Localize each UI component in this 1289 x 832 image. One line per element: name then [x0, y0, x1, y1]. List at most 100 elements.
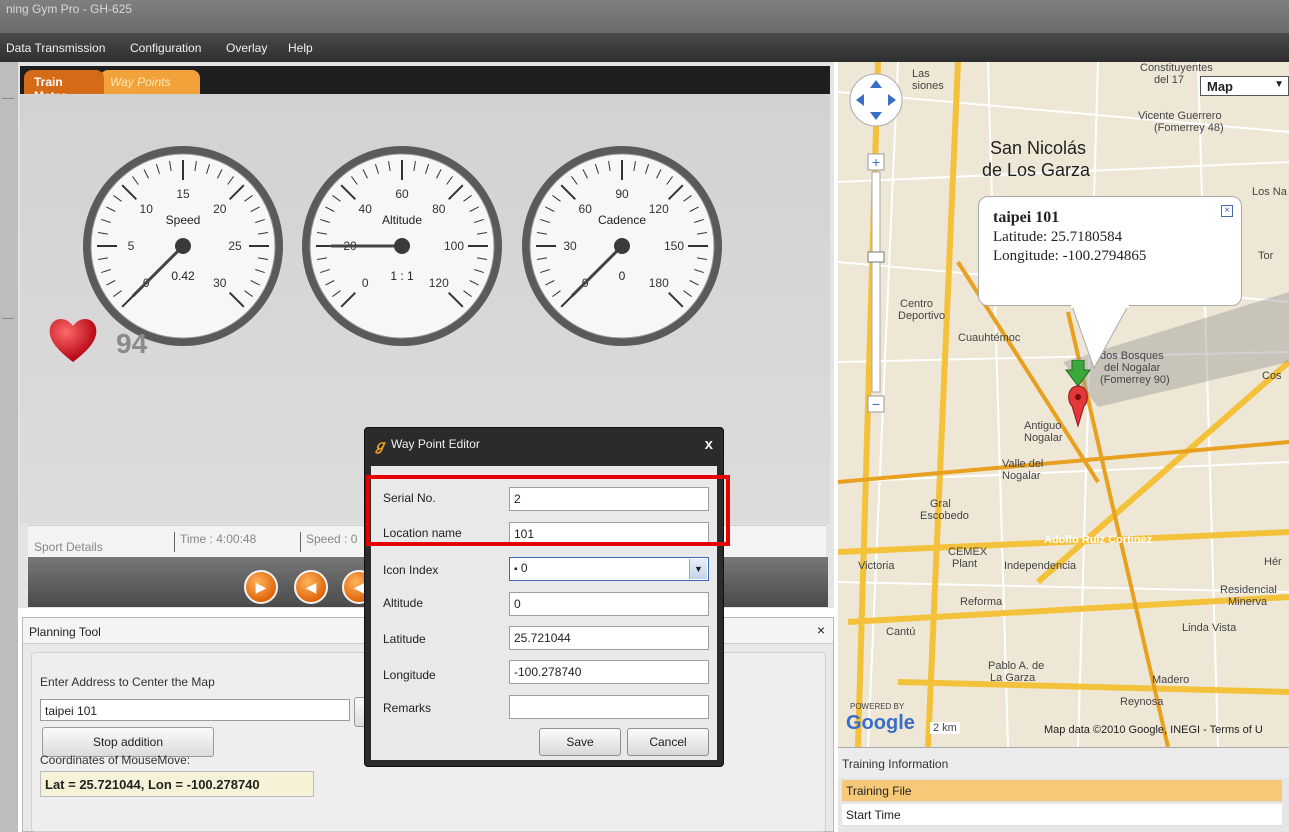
menu-configuration[interactable]: Configuration: [130, 41, 201, 55]
start-time-row[interactable]: Start Time: [842, 804, 1282, 826]
gauge-tick-label: 20: [213, 202, 227, 216]
icon-index-value: 0: [520, 561, 528, 575]
icon-index-select[interactable]: ▪ 0 ▼: [509, 557, 709, 581]
coords-value: Lat = 25.721044, Lon = -100.278740: [40, 771, 314, 797]
gauge-speed: 051015202530Speed0.42: [83, 146, 283, 346]
save-button[interactable]: Save: [539, 728, 621, 756]
map-label: Deportivo: [898, 310, 946, 322]
map-label: La Garza: [990, 672, 1036, 684]
map-label: siones: [912, 80, 944, 92]
latitude-label: Latitude: [383, 632, 426, 646]
map-label: Plant: [952, 558, 978, 570]
menu-overlay[interactable]: Overlay: [226, 41, 267, 55]
coords-label: Coordinates of MouseMove:: [40, 753, 191, 767]
divider: [2, 98, 14, 99]
map-label: Linda Vista: [1182, 622, 1237, 634]
gauge-tick-label: 5: [128, 239, 135, 253]
altitude-field[interactable]: 0: [509, 592, 709, 616]
heart-rate-value: 94: [116, 328, 148, 359]
divider: [300, 532, 301, 552]
cancel-button[interactable]: Cancel: [627, 728, 709, 756]
map-label: Gral: [930, 498, 951, 510]
marker-dot-icon: ▪: [514, 564, 518, 575]
address-input[interactable]: taipei 101: [40, 699, 350, 721]
tab-way-points[interactable]: Way Points: [100, 70, 200, 94]
close-icon[interactable]: ×: [817, 622, 825, 638]
map-scale: 2 km: [930, 722, 960, 734]
menu-bar: Data Transmission Configuration Overlay …: [0, 33, 1289, 62]
step-back-icon[interactable]: ◀: [294, 570, 328, 604]
training-info-title: Training Information: [838, 748, 1289, 778]
gauge-value: 0.42: [171, 269, 195, 283]
gauge-cadence: 0306090120150180Cadence0: [522, 146, 722, 346]
map-label: Vicente Guerrero: [1138, 110, 1222, 122]
tab-train-meter[interactable]: Train Meter: [24, 70, 104, 103]
map-marker-icon[interactable]: [1062, 360, 1102, 440]
menu-data-transmission[interactable]: Data Transmission: [6, 41, 105, 55]
divider: [2, 318, 14, 319]
remarks-field[interactable]: [509, 695, 709, 719]
gauge-tick-label: 90: [615, 187, 629, 201]
gauge-tick-label: 60: [579, 202, 593, 216]
gauge-tick-label: 0: [362, 276, 369, 290]
map-label: Residencial: [1220, 584, 1277, 596]
gauge-hub: [394, 238, 410, 254]
gauge-name: Cadence: [598, 213, 646, 227]
map-attribution[interactable]: Map data ©2010 Google, INEGI - Terms of …: [1044, 724, 1263, 736]
map-type-select[interactable]: Map ▼: [1200, 76, 1289, 96]
planning-tool-title: Planning Tool: [29, 625, 101, 639]
training-file-row[interactable]: Training File: [842, 780, 1282, 802]
remarks-label: Remarks: [383, 701, 432, 715]
gauge-name: Altitude: [382, 213, 422, 227]
gauge-hub: [614, 238, 630, 254]
close-icon[interactable]: x: [705, 436, 713, 453]
close-icon[interactable]: ×: [1221, 205, 1233, 217]
gauge-tick-label: 120: [429, 276, 449, 290]
map-label: Cantú: [886, 626, 916, 638]
info-title: taipei 101: [993, 209, 1060, 226]
map-label: (Fomerrey 48): [1154, 122, 1224, 134]
training-info-panel: Training Information Training File Start…: [838, 747, 1289, 832]
gauge-tick-label: 100: [444, 239, 464, 253]
gauge-tick-label: 25: [228, 239, 242, 253]
info-latitude: Latitude: 25.7180584: [993, 229, 1123, 245]
google-logo: Google: [846, 712, 915, 734]
app-logo-icon: ℊ: [373, 437, 387, 453]
map-type-value: Map: [1207, 79, 1233, 94]
map-label: Nogalar: [1002, 470, 1041, 482]
left-panel-edge: [0, 62, 18, 832]
map-label: Reforma: [960, 596, 1003, 608]
map-label: Adolfo Ruiz Cortinez: [1044, 534, 1153, 546]
latitude-field[interactable]: 25.721044: [509, 626, 709, 650]
longitude-label: Longitude: [383, 668, 436, 682]
map-label: Cos: [1262, 370, 1282, 382]
map-powered-label: POWERED BY: [850, 702, 905, 711]
map-view[interactable]: Map ▼ + − Las siones Constituyentes del …: [838, 62, 1289, 747]
gauge-tick-label: 150: [664, 239, 684, 253]
divider: [174, 532, 175, 552]
title-bar: ning Gym Pro - GH-625: [0, 0, 1289, 33]
play-icon[interactable]: ▶: [244, 570, 278, 604]
map-label: Independencia: [1004, 560, 1077, 572]
gauge-name: Speed: [166, 213, 201, 227]
dialog-title: Way Point Editor: [391, 437, 480, 451]
menu-help[interactable]: Help: [288, 41, 313, 55]
map-label: Tor: [1258, 250, 1274, 262]
map-label: Cuauhtémoc: [958, 332, 1021, 344]
map-label: Nogalar: [1024, 432, 1063, 444]
map-navigation[interactable]: + −: [846, 72, 906, 432]
altitude-label: Altitude: [383, 596, 424, 610]
map-label: Minerva: [1228, 596, 1268, 608]
chevron-down-icon[interactable]: ▼: [689, 559, 707, 579]
longitude-field[interactable]: -100.278740: [509, 660, 709, 684]
map-label: Victoria: [858, 560, 895, 572]
heart-icon: [46, 315, 100, 368]
map-label: Escobedo: [920, 510, 969, 522]
svg-text:+: +: [872, 154, 880, 170]
map-city-label: San Nicolás: [990, 138, 1087, 158]
tab-bar: Way Points Train Meter: [20, 66, 830, 103]
map-city-label: de Los Garza: [982, 160, 1091, 180]
map-label: CEMEX: [948, 546, 988, 558]
map-label: Reynosa: [1120, 696, 1164, 708]
svg-text:−: −: [872, 396, 880, 412]
